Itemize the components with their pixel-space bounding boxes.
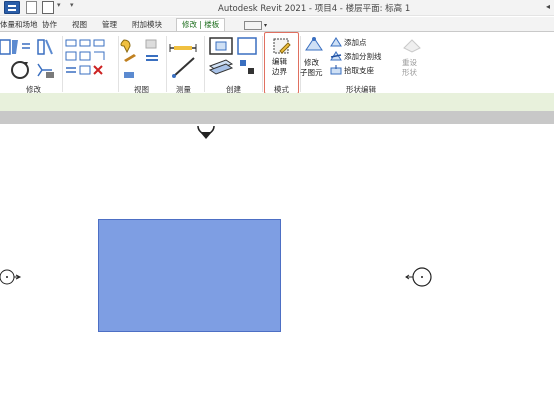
panel-separator [166,36,167,92]
edit-geometry-icons[interactable] [64,36,118,82]
modify-tools-icons[interactable] [0,36,60,82]
elevation-marker-west-icon[interactable] [0,267,22,287]
title-bar: ▾ ▾ Autodesk Revit 2021 - 项目4 - 楼层平面: 标高… [0,0,554,16]
tab-addins[interactable]: 附加模块 [132,19,162,31]
elevation-marker-north-icon[interactable] [196,124,216,142]
tab-manage[interactable]: 管理 [102,19,117,31]
reset-shape-label-1: 重设 [402,58,417,67]
collapse-caret-icon[interactable]: ◂ [546,2,550,11]
modify-subelements-label-2: 子图元 [300,68,323,77]
dropdown-arrow-icon[interactable]: ▾ [57,1,63,14]
panel-separator [62,36,63,92]
pick-supports-icon [330,65,342,75]
reset-shape-label-2: 形状 [402,68,417,77]
edit-boundary-label-1: 编辑 [272,57,287,66]
panel-separator [118,36,119,92]
reset-shape-icon [403,39,421,53]
tab-collaborate[interactable]: 协作 [42,19,57,31]
reset-shape-button[interactable]: 重设 形状 [400,34,424,82]
view-tab-bar [0,111,554,124]
panel-separator [262,36,263,92]
tab-modify-floors[interactable]: 修改 | 楼板 [176,18,226,31]
add-point-button[interactable]: 添加点 [344,37,367,48]
customize-toolbar-icon[interactable]: ▾ [70,1,76,14]
add-point-icon [330,37,342,47]
tab-massing-site[interactable]: 体量和场地 [0,19,38,31]
modify-subelements-button[interactable]: 修改 子图元 [300,34,326,82]
create-tools-icons[interactable] [206,36,262,82]
drawing-canvas[interactable] [0,124,554,400]
elevation-marker-east-icon[interactable] [404,267,434,287]
ribbon: 编辑 边界 修改 子图元 添加点 添加分割线 拾取支座 重设 形状 修改 视图 … [0,31,554,94]
tab-view[interactable]: 视图 [72,19,87,31]
edit-boundary-label-2: 边界 [272,67,287,76]
open-file-icon[interactable] [26,1,37,14]
floor-sketch-region[interactable] [98,219,281,332]
modify-subelements-label-1: 修改 [304,58,319,67]
add-split-line-button[interactable]: 添加分割线 [344,51,382,62]
pick-supports-button[interactable]: 拾取支座 [344,65,374,76]
modify-subelements-icon [305,37,323,51]
panel-separator [204,36,205,92]
app-menu-icon[interactable] [4,1,20,14]
panel-separator [300,36,301,92]
save-icon[interactable] [42,1,54,14]
view-tools-icons[interactable] [120,36,166,82]
ribbon-tabs: 体量和场地 协作 视图 管理 附加模块 修改 | 楼板 ▾ [0,17,554,31]
add-split-line-icon [330,51,342,61]
options-bar [0,93,554,111]
context-tab-icon[interactable] [244,21,262,30]
edit-boundary-icon [273,38,291,54]
window-title: Autodesk Revit 2021 - 项目4 - 楼层平面: 标高 1 [218,4,411,14]
measure-tools-icons[interactable] [168,36,204,82]
